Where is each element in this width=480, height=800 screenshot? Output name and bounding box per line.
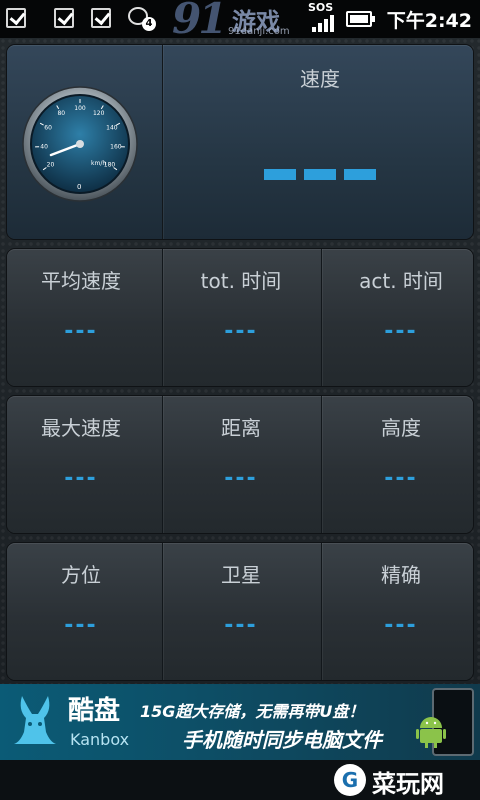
bearing-value: --- — [64, 613, 98, 638]
satellites-value: --- — [224, 613, 258, 638]
max-speed-value: --- — [64, 466, 98, 491]
speedometer-icon: 20406080100120140160180 km/h 0 — [22, 86, 138, 202]
checkbox-icon — [91, 8, 111, 28]
gauge-tick-label: 40 — [40, 143, 48, 150]
kanbox-rabbit-logo — [14, 696, 56, 744]
speed-value — [169, 165, 471, 184]
battery-icon — [346, 11, 375, 27]
speed-label: 速度 — [300, 67, 340, 91]
watermark-bottom: 菜玩网 — [334, 760, 474, 800]
total-time-value: --- — [224, 319, 258, 344]
accuracy-label: 精确 — [381, 563, 421, 587]
gauge-unit: km/h — [91, 160, 106, 167]
gauge-zero: 0 — [77, 183, 81, 191]
gauge-tick-label: 100 — [74, 105, 86, 112]
ad-banner[interactable]: 酷盘 Kanbox 15G超大存储，无需再带U盘！ 手机随时同步电脑文件 — [0, 684, 480, 760]
active-time-value: --- — [384, 319, 418, 344]
altitude-value: --- — [384, 466, 418, 491]
checkbox-icon — [54, 8, 74, 28]
status-bar: 4 91 游戏 91danji.com SOS 下午2:42 — [0, 0, 480, 43]
gauge-tick-label: 20 — [47, 162, 55, 169]
speed-panel: 20 40 60 80 100 120 140 160 180 km/h 0 速度 — [7, 45, 473, 239]
chat-badge: 4 — [142, 17, 156, 31]
distance-value: --- — [224, 466, 258, 491]
checkbox-icon — [6, 8, 26, 28]
accuracy-value: --- — [384, 613, 418, 638]
gauge-tick-label: 60 — [44, 124, 52, 131]
stats-row-2: 最大速度 --- 距离 --- 高度 --- — [7, 396, 473, 533]
watermark-logo-icon — [334, 764, 366, 796]
watermark-url: 91danji.com — [228, 26, 290, 37]
avg-speed-value: --- — [64, 319, 98, 344]
signal-icon — [312, 14, 334, 32]
altitude-label: 高度 — [381, 416, 421, 440]
stats-row-3: 方位 --- 卫星 --- 精确 --- — [7, 543, 473, 680]
distance-label: 距离 — [221, 416, 261, 440]
active-time-label: act. 时间 — [359, 269, 443, 293]
clock: 下午2:42 — [386, 10, 472, 32]
avg-speed-label: 平均速度 — [41, 269, 121, 293]
gauge-tick-label: 120 — [93, 110, 105, 117]
main-area: 20 40 60 80 100 120 140 160 180 km/h 0 速度 平均速度 -… — [0, 38, 480, 684]
sos-label: SOS — [308, 1, 334, 14]
chat-icon: 4 — [128, 7, 156, 31]
gauge-tick-label: 140 — [106, 124, 118, 131]
bearing-label: 方位 — [61, 563, 101, 587]
total-time-label: tot. 时间 — [200, 269, 282, 293]
ad-brand-en: Kanbox — [70, 730, 130, 749]
watermark-bottom-text: 菜玩网 — [372, 770, 444, 798]
bottom-bar: 菜玩网 — [0, 760, 480, 800]
max-speed-label: 最大速度 — [41, 416, 121, 440]
gauge-tick-label: 80 — [57, 110, 65, 117]
ad-subline: 手机随时同步电脑文件 — [182, 728, 382, 752]
satellites-label: 卫星 — [221, 563, 261, 587]
stats-row-1: 平均速度 --- tot. 时间 --- act. 时间 --- — [7, 249, 473, 386]
ad-headline: 15G超大存储，无需再带U盘！ — [140, 702, 365, 721]
ad-brand-cn: 酷盘 — [68, 696, 121, 726]
android-icon — [416, 717, 446, 748]
watermark-logo: 91 — [172, 0, 227, 43]
gauge-tick-label: 160 — [110, 143, 122, 150]
